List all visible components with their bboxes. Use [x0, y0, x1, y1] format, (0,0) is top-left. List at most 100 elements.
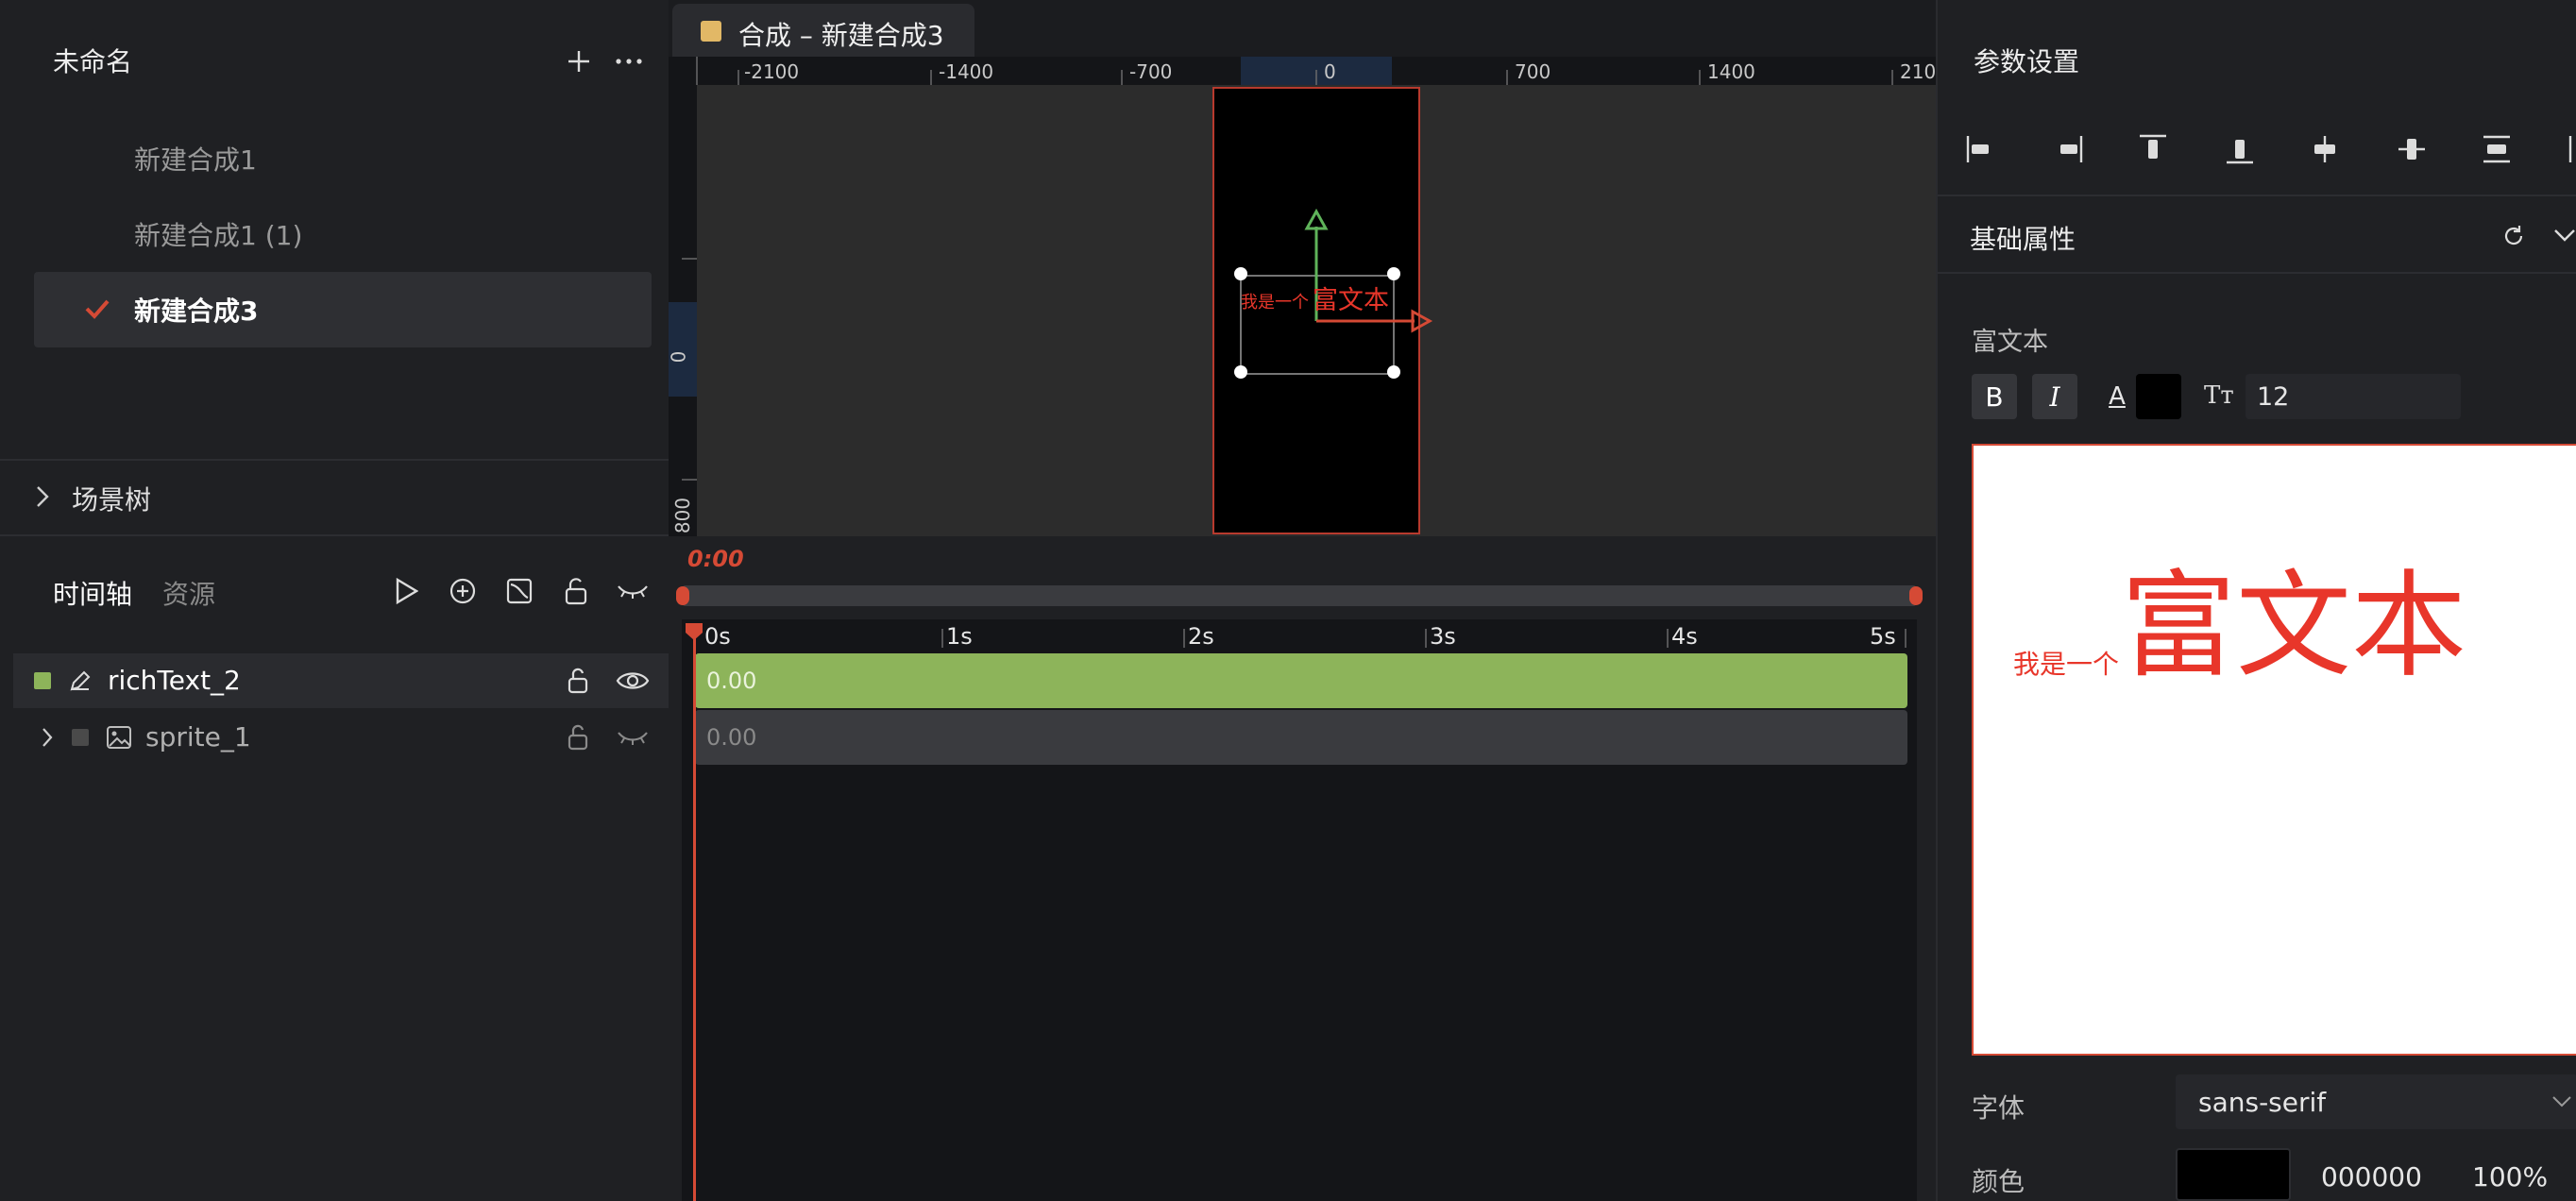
font-size-value: 12	[2257, 381, 2290, 412]
work-area-end-handle[interactable]	[1909, 586, 1923, 605]
layer-visibility-button[interactable]	[612, 719, 653, 755]
plus-circle-icon	[449, 578, 476, 604]
font-size-icon-label: Tт	[2204, 381, 2234, 410]
time-ruler-ticks	[941, 629, 1907, 648]
preview-small-text: 我是一个	[2013, 649, 2120, 680]
layer-lock-button[interactable]	[561, 719, 595, 755]
font-family-value: sans-serif	[2198, 1086, 2327, 1118]
current-time-readout: 0:00	[687, 546, 744, 572]
more-icon	[616, 59, 642, 64]
text-color-letter: A	[2109, 382, 2126, 411]
add-composition-button[interactable]	[563, 45, 595, 77]
color-alpha-input[interactable]: 100%	[2472, 1161, 2548, 1193]
track-bar-richtext[interactable]: 0.00	[695, 653, 1907, 708]
project-header: 未命名	[0, 0, 672, 123]
unlock-icon	[568, 724, 588, 751]
basic-properties-header[interactable]: 基础属性	[1938, 195, 2576, 274]
align-right-icon[interactable]	[2053, 134, 2083, 164]
eye-closed-icon	[618, 732, 648, 745]
align-toolbar	[1966, 130, 2576, 172]
align-left-icon[interactable]	[1966, 134, 1996, 164]
align-center-vertical-icon[interactable]	[2310, 134, 2340, 164]
left-panel: 未命名 新建合成1 新建合成1 (1) 新建合成3 场景树 时间轴 资源 ric…	[0, 0, 672, 1201]
timeline-header: 时间轴 资源	[0, 548, 672, 651]
layer-name: sprite_1	[145, 721, 251, 753]
artboard-big-text: 富文本	[1313, 286, 1389, 315]
unlock-icon	[568, 668, 588, 694]
scene-tree-toggle[interactable]: 场景树	[0, 461, 672, 533]
composition-color-dot	[701, 21, 721, 42]
composition-label: 新建合成1 (1)	[134, 220, 303, 251]
plus-icon	[568, 51, 589, 72]
align-center-horizontal-icon[interactable]	[2397, 134, 2427, 164]
visibility-all-button[interactable]	[614, 572, 652, 610]
font-size-input[interactable]: 12	[2246, 374, 2461, 419]
curve-icon	[506, 578, 533, 604]
layer-row-richtext[interactable]: richText_2	[13, 653, 672, 708]
color-label: 颜色	[1972, 1166, 2025, 1197]
tab-assets[interactable]: 资源	[162, 574, 215, 612]
composition-tab-label: 合成 – 新建合成3	[738, 20, 944, 51]
lock-all-button[interactable]	[557, 572, 595, 610]
playhead[interactable]	[693, 625, 696, 1201]
playhead-marker[interactable]	[684, 621, 704, 642]
eye-icon	[616, 672, 650, 689]
text-color-button[interactable]: A	[2098, 374, 2136, 419]
text-color-swatch[interactable]	[2136, 374, 2181, 419]
chevron-right-icon[interactable]	[42, 727, 53, 748]
chevron-down-icon[interactable]	[2553, 228, 2576, 244]
preview-big-text: 富文本	[2121, 559, 2466, 693]
eye-closed-icon	[618, 585, 648, 599]
align-top-icon[interactable]	[2138, 134, 2168, 164]
layer-row-sprite[interactable]: sprite_1	[13, 710, 672, 765]
play-button[interactable]	[387, 572, 425, 610]
play-icon	[396, 578, 418, 604]
track-value: 0.00	[706, 668, 757, 694]
color-swatch[interactable]	[2176, 1148, 2291, 1201]
font-size-icon: Tт	[2204, 381, 2234, 410]
rich-text-label: 富文本	[1972, 328, 2048, 357]
more-options-button[interactable]	[612, 45, 646, 77]
work-area-start-handle[interactable]	[676, 586, 689, 605]
composition-list: 新建合成1 新建合成1 (1) 新建合成3	[34, 121, 652, 347]
rich-text-editor[interactable]: 我是一个 富文本	[1972, 444, 2576, 1056]
composition-tab[interactable]: 合成 – 新建合成3	[672, 4, 974, 57]
reset-icon[interactable]	[2500, 223, 2527, 249]
editor-area: 合成 – 新建合成3 -2100 -1400 -700 0 700 1400 2…	[669, 0, 1936, 1201]
work-area-bar[interactable]	[676, 585, 1923, 606]
align-bottom-icon[interactable]	[2225, 134, 2255, 164]
pencil-icon	[70, 670, 91, 691]
composition-item[interactable]: 新建合成1	[34, 121, 652, 196]
bold-button[interactable]: B	[1972, 374, 2017, 419]
canvas-viewport[interactable]: -2100 -1400 -700 0 700 1400 210 0 800 我是…	[669, 57, 1936, 536]
layer-lock-button[interactable]	[561, 663, 595, 699]
scene-tree-label: 场景树	[72, 484, 152, 516]
chevron-right-icon	[37, 486, 49, 507]
composition-label: 新建合成3	[134, 296, 259, 327]
font-label: 字体	[1972, 1092, 2025, 1124]
editor-tab-bar: 合成 – 新建合成3	[669, 0, 1936, 57]
color-hex-input[interactable]: 000000	[2321, 1161, 2422, 1193]
artboard-small-text: 我是一个	[1241, 293, 1309, 313]
track-bar-sprite[interactable]: 0.00	[695, 710, 1907, 765]
distribute-icon[interactable]	[2482, 134, 2512, 164]
add-keyframe-button[interactable]	[444, 572, 482, 610]
time-ruler: 0s 1s 2s 3s 4s 5s	[682, 619, 1917, 651]
image-icon	[107, 726, 131, 749]
align-more-icon[interactable]	[2565, 134, 2576, 164]
italic-button[interactable]: I	[2032, 374, 2077, 419]
font-family-select[interactable]: sans-serif	[2176, 1074, 2576, 1129]
curve-editor-button[interactable]	[500, 572, 538, 610]
params-title: 参数设置	[1974, 46, 2080, 77]
track-value: 0.00	[706, 724, 757, 751]
check-icon	[85, 299, 110, 319]
composition-item[interactable]: 新建合成1 (1)	[34, 196, 652, 272]
layer-visibility-button[interactable]	[612, 663, 653, 699]
timeline-tracks[interactable]: 0s 1s 2s 3s 4s 5s 0.00 0.00	[682, 619, 1917, 1201]
tab-timeline[interactable]: 时间轴	[53, 574, 132, 612]
composition-item-active[interactable]: 新建合成3	[34, 272, 652, 347]
layer-name: richText_2	[108, 665, 241, 696]
unlock-icon	[565, 578, 587, 605]
divider	[0, 534, 672, 536]
composition-label: 新建合成1	[134, 144, 257, 176]
